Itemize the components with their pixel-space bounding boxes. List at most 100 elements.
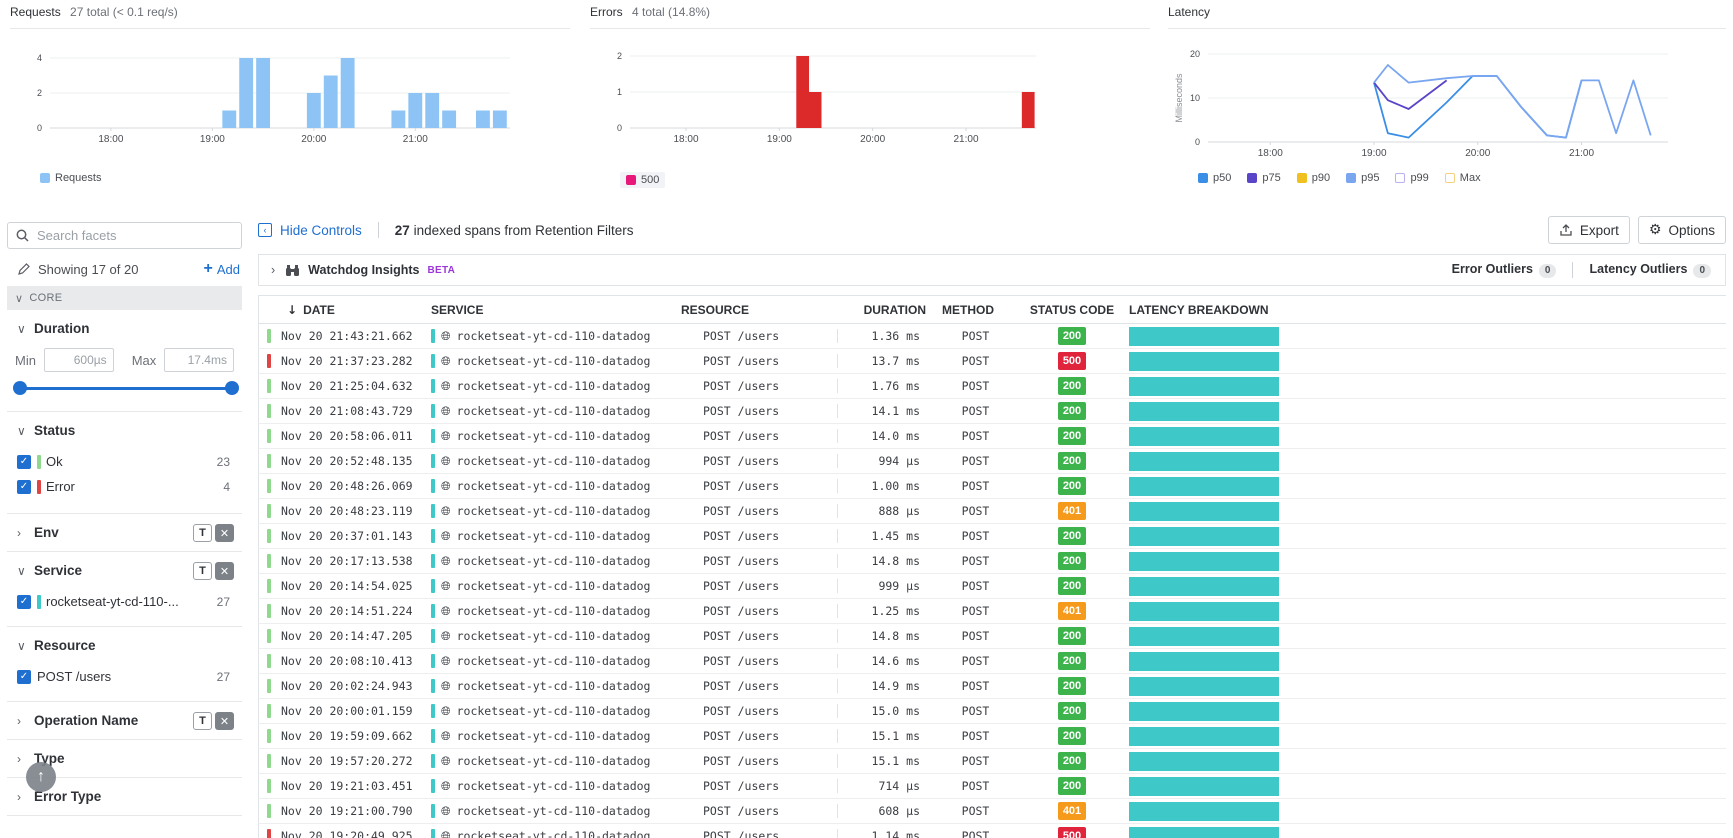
- scroll-to-top-button[interactable]: ↑: [26, 762, 56, 792]
- clear-facet-button[interactable]: ✕: [215, 712, 234, 730]
- legend-item-p50[interactable]: p50: [1198, 172, 1231, 184]
- table-row[interactable]: Nov 20 20:08:10.413 🌐︎ rocketseat-yt-cd-11…: [258, 649, 1726, 674]
- table-row[interactable]: Nov 20 21:37:23.282 🌐︎ rocketseat-yt-cd-11…: [258, 349, 1726, 374]
- export-button[interactable]: Export: [1547, 216, 1630, 244]
- facet-option-resource[interactable]: ✓ POST /users 27: [7, 664, 242, 689]
- cell-resource: POST /users: [703, 329, 838, 343]
- cell-method: POST: [928, 329, 1023, 343]
- column-header-resource[interactable]: RESOURCE: [681, 303, 838, 317]
- column-header-duration[interactable]: DURATION: [838, 303, 928, 317]
- table-row[interactable]: Nov 20 19:21:03.451 🌐︎ rocketseat-yt-cd-11…: [258, 774, 1726, 799]
- status-indicator: [267, 504, 271, 518]
- watchdog-insights-bar[interactable]: › Watchdog Insights BETA Error Outliers 0…: [258, 254, 1726, 286]
- edit-facets-button[interactable]: Showing 17 of 20: [17, 262, 138, 277]
- table-row[interactable]: Nov 20 19:20:49.925 🌐︎ rocketseat-yt-cd-11…: [258, 824, 1726, 838]
- table-row[interactable]: Nov 20 20:48:26.069 🌐︎ rocketseat-yt-cd-11…: [258, 474, 1726, 499]
- table-row[interactable]: Nov 20 20:14:51.224 🌐︎ rocketseat-yt-cd-11…: [258, 599, 1726, 624]
- column-header-method[interactable]: METHOD: [928, 303, 1023, 317]
- table-row[interactable]: Nov 20 21:43:21.662 🌐︎ rocketseat-yt-cd-11…: [258, 324, 1726, 349]
- legend-item-max[interactable]: Max: [1444, 172, 1481, 184]
- duration-min-input[interactable]: 600µs: [43, 348, 114, 372]
- table-row[interactable]: Nov 20 20:48:23.119 🌐︎ rocketseat-yt-cd-11…: [258, 499, 1726, 524]
- date-value: Nov 20 19:21:00.790: [281, 804, 413, 818]
- slider-handle-max[interactable]: [225, 381, 239, 395]
- export-icon: [1560, 224, 1572, 236]
- export-label: Export: [1579, 222, 1619, 238]
- column-header-service[interactable]: SERVICE: [431, 303, 681, 317]
- errors-chart-plot[interactable]: 0 1 2 18:00 19:00 20:00 21:00: [590, 38, 1150, 158]
- table-row[interactable]: Nov 20 20:58:06.011 🌐︎ rocketseat-yt-cd-11…: [258, 424, 1726, 449]
- table-row[interactable]: Nov 20 19:57:20.272 🌐︎ rocketseat-yt-cd-11…: [258, 749, 1726, 774]
- filter-type-button[interactable]: T: [193, 562, 212, 580]
- legend-item-p75[interactable]: p75: [1247, 172, 1281, 184]
- clear-facet-button[interactable]: ✕: [215, 524, 234, 542]
- status-indicator: [267, 779, 271, 793]
- table-row[interactable]: Nov 20 20:14:54.025 🌐︎ rocketseat-yt-cd-11…: [258, 574, 1726, 599]
- table-row[interactable]: Nov 20 21:08:43.729 🌐︎ rocketseat-yt-cd-11…: [258, 399, 1726, 424]
- duration-slider[interactable]: [13, 373, 239, 403]
- latency-outliers-filter[interactable]: Latency Outliers 0: [1589, 262, 1711, 278]
- table-row[interactable]: Nov 20 19:21:00.790 🌐︎ rocketseat-yt-cd-11…: [258, 799, 1726, 824]
- search-facets-input[interactable]: Search facets: [7, 222, 242, 249]
- legend-item-p90[interactable]: p90: [1296, 172, 1330, 184]
- clear-facet-button[interactable]: ✕: [215, 562, 234, 580]
- search-icon: [16, 229, 29, 242]
- facet-option-ok[interactable]: ✓ Ok 23: [7, 449, 242, 474]
- facet-duration-header[interactable]: ∨ Duration: [7, 310, 242, 347]
- requests-chart-plot[interactable]: 0 2 4 18:00 19:00 20:00 21:00: [10, 38, 570, 158]
- core-group-header[interactable]: ∨ CORE: [7, 286, 242, 310]
- duration-value: 15.1 ms: [871, 754, 920, 768]
- status-indicator: [267, 704, 271, 718]
- filter-type-button[interactable]: T: [193, 524, 212, 542]
- table-row[interactable]: Nov 20 19:59:09.662 🌐︎ rocketseat-yt-cd-11…: [258, 724, 1726, 749]
- checkbox-checked[interactable]: ✓: [17, 454, 31, 469]
- duration-value: 14.0 ms: [871, 429, 920, 443]
- checkbox-checked[interactable]: ✓: [17, 594, 31, 609]
- table-row[interactable]: Nov 20 20:17:13.538 🌐︎ rocketseat-yt-cd-11…: [258, 549, 1726, 574]
- latency-bar: [1129, 626, 1279, 646]
- latency-bar: [1129, 526, 1279, 546]
- table-row[interactable]: Nov 20 20:37:01.143 🌐︎ rocketseat-yt-cd-11…: [258, 524, 1726, 549]
- table-row[interactable]: Nov 20 20:14:47.205 🌐︎ rocketseat-yt-cd-11…: [258, 624, 1726, 649]
- pencil-icon: [18, 263, 30, 275]
- globe-icon: 🌐︎: [441, 728, 451, 743]
- method-value: POST: [961, 404, 990, 418]
- error-outliers-label: Error Outliers: [1451, 262, 1533, 276]
- facet-status-header[interactable]: ∨ Status: [7, 412, 242, 449]
- legend-item-500[interactable]: 500: [620, 172, 666, 188]
- error-outliers-filter[interactable]: Error Outliers 0: [1452, 262, 1557, 278]
- facet-option-error[interactable]: ✓ Error 4: [7, 474, 242, 499]
- latency-bar: [1129, 426, 1279, 446]
- legend-item-requests[interactable]: Requests: [40, 172, 101, 184]
- resource-value: POST /users: [703, 404, 780, 418]
- checkbox-checked[interactable]: ✓: [17, 479, 31, 494]
- cell-method: POST: [928, 454, 1023, 468]
- service-value: rocketseat-yt-cd-110-datadog: [456, 504, 651, 518]
- table-row[interactable]: Nov 20 20:02:24.943 🌐︎ rocketseat-yt-cd-11…: [258, 674, 1726, 699]
- table-row[interactable]: Nov 20 20:52:48.135 🌐︎ rocketseat-yt-cd-11…: [258, 449, 1726, 474]
- facet-resource-header[interactable]: ∨ Resource: [7, 627, 242, 664]
- cell-duration: 1.76 ms: [838, 379, 928, 393]
- checkbox-checked[interactable]: ✓: [17, 669, 31, 684]
- cell-status-code: 200: [1023, 702, 1121, 720]
- column-header-status-code[interactable]: STATUS CODE: [1023, 303, 1121, 317]
- cell-service: 🌐︎ rocketseat-yt-cd-110-datadog: [431, 654, 681, 669]
- table-row[interactable]: Nov 20 20:00:01.159 🌐︎ rocketseat-yt-cd-11…: [258, 699, 1726, 724]
- cell-duration: 1.36 ms: [838, 329, 928, 343]
- duration-max-input[interactable]: 17.4ms: [164, 348, 234, 372]
- table-row[interactable]: Nov 20 21:25:04.632 🌐︎ rocketseat-yt-cd-11…: [258, 374, 1726, 399]
- filter-type-button[interactable]: T: [193, 712, 212, 730]
- globe-icon: 🌐︎: [441, 328, 451, 343]
- legend-item-p95[interactable]: p95: [1346, 172, 1379, 184]
- legend-item-p99[interactable]: p99: [1395, 172, 1429, 184]
- latency-chart-plot[interactable]: 0 10 20 18:00 19:00 20:00 21:00 Milliseconds: [1168, 38, 1726, 158]
- status-code-badge: 200: [1058, 527, 1086, 545]
- add-facet-button[interactable]: + Add: [204, 260, 240, 278]
- service-color-indicator: [431, 754, 435, 768]
- slider-handle-min[interactable]: [13, 381, 27, 395]
- options-button[interactable]: ⚙ Options: [1637, 216, 1726, 244]
- column-header-latency[interactable]: LATENCY BREAKDOWN: [1121, 303, 1726, 317]
- facet-option-service[interactable]: ✓ rocketseat-yt-cd-110-... 27: [7, 589, 242, 614]
- column-header-date[interactable]: ↓ DATE: [259, 303, 431, 317]
- hide-controls-button[interactable]: ‹ Hide Controls: [258, 223, 362, 238]
